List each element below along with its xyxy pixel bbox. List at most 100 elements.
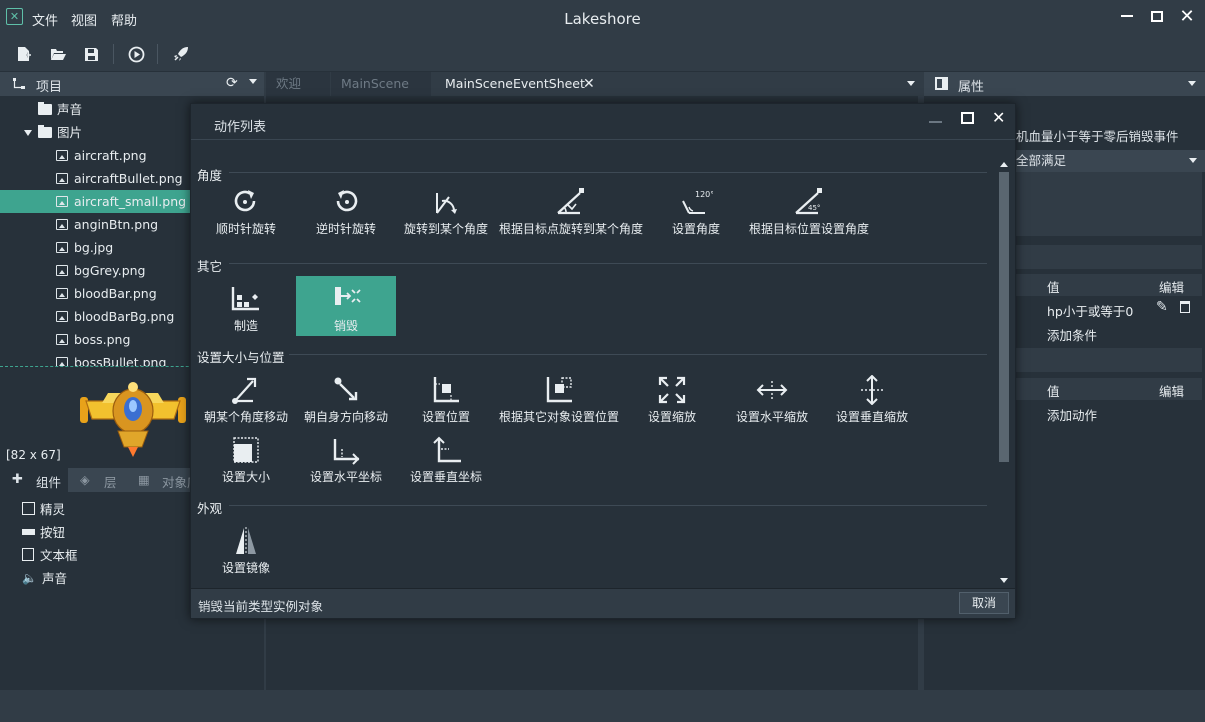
action-label: 设置镜像: [221, 561, 270, 575]
section-title-size-position: 设置大小与位置: [197, 350, 285, 365]
button-icon: [22, 528, 35, 535]
add-action-button[interactable]: 添加动作: [1047, 405, 1097, 424]
action-destroy[interactable]: 销毁: [296, 276, 396, 336]
folder-icon: [38, 102, 52, 115]
event-description-box[interactable]: [1016, 172, 1202, 236]
dialog-minimize-icon[interactable]: [929, 121, 942, 123]
tab-label: 对象库: [162, 475, 192, 490]
event-name-field[interactable]: 机血量小于等于零后销毁事件: [1016, 125, 1205, 149]
dialog-maximize-icon[interactable]: [961, 112, 974, 124]
action-rotate-to-angle[interactable]: 旋转到某个角度: [396, 179, 496, 239]
save-button[interactable]: [78, 42, 104, 66]
scroll-thumb[interactable]: [999, 172, 1009, 462]
tab-layers[interactable]: ◈ 层: [68, 468, 128, 492]
tab-welcome[interactable]: 欢迎: [266, 72, 330, 96]
action-set-vertical-scale[interactable]: 设置垂直缩放: [822, 367, 922, 427]
save-icon: [84, 47, 98, 61]
action-set-horizontal-scale[interactable]: 设置水平缩放: [722, 367, 822, 427]
action-set-size[interactable]: 设置大小: [196, 427, 296, 487]
action-set-position-by-object[interactable]: 根据其它对象设置位置: [496, 367, 622, 427]
close-button[interactable]: ✕: [1174, 4, 1200, 28]
action-rotate-clockwise[interactable]: 顺时针旋转: [196, 179, 296, 239]
tab-mainscene-eventsheet[interactable]: MainSceneEventSheet ✕: [434, 72, 604, 96]
action-set-x[interactable]: 设置水平坐标: [296, 427, 396, 487]
expand-arrow-icon: [24, 129, 32, 136]
action-label: 设置位置: [421, 410, 470, 424]
scale-icon: [658, 376, 686, 404]
publish-button[interactable]: [168, 42, 194, 66]
preview-size-label: [82 x 67]: [6, 448, 61, 462]
scale-y-icon: [861, 375, 883, 405]
image-file-icon: [56, 242, 68, 253]
component-sound[interactable]: 🔈 声音: [22, 568, 67, 587]
new-project-button[interactable]: [11, 42, 37, 66]
chevron-down-icon[interactable]: [1188, 81, 1196, 86]
textbox-icon: [22, 548, 34, 561]
action-set-scale[interactable]: 设置缩放: [622, 367, 722, 427]
delete-trash-icon[interactable]: [1180, 301, 1190, 313]
scroll-up-icon[interactable]: [1000, 162, 1008, 167]
action-move-forward[interactable]: 朝自身方向移动: [296, 367, 396, 427]
action-label: 设置垂直坐标: [409, 470, 482, 484]
action-set-angle-by-target[interactable]: 45° 根据目标位置设置角度: [746, 179, 872, 239]
action-set-y[interactable]: 设置垂直坐标: [396, 427, 496, 487]
destroy-icon: [335, 287, 361, 305]
rotate-to-angle-icon: [436, 193, 457, 214]
dialog-scrollbar[interactable]: [997, 158, 1011, 590]
condition-row[interactable]: hp小于或等于0 ✎: [1016, 297, 1202, 321]
project-panel-header: 项目 ⟳: [0, 72, 264, 96]
run-button[interactable]: [123, 42, 149, 66]
status-bar: [0, 690, 1205, 722]
tree-item-label: bloodBar.png: [74, 286, 157, 301]
component-label: 按钮: [40, 525, 66, 540]
tree-item-label: bgGrey.png: [74, 263, 146, 278]
cancel-button[interactable]: 取消: [959, 592, 1009, 614]
properties-header: 属性: [924, 72, 1205, 96]
folder-open-icon: [38, 125, 52, 138]
project-tree-icon: [12, 77, 26, 94]
position-object-icon: [546, 377, 572, 403]
action-create[interactable]: 制造: [196, 276, 296, 336]
component-button[interactable]: 按钮: [22, 522, 65, 541]
image-file-icon: [56, 219, 68, 230]
layers-icon: ◈: [80, 472, 90, 487]
action-rotate-counterclockwise[interactable]: 逆时针旋转: [296, 179, 396, 239]
action-label: 根据目标点旋转到某个角度: [499, 222, 644, 236]
image-file-icon: [56, 357, 68, 366]
folder-open-icon: [51, 49, 66, 60]
factory-icon: [231, 287, 259, 311]
component-textbox[interactable]: 文本框: [22, 545, 78, 564]
maximize-button[interactable]: [1144, 4, 1170, 28]
action-set-position[interactable]: 设置位置: [396, 367, 496, 427]
edit-pencil-icon[interactable]: ✎: [1156, 299, 1168, 315]
action-move-at-angle[interactable]: 朝某个角度移动: [196, 367, 296, 427]
add-condition-button[interactable]: 添加条件: [1047, 325, 1097, 344]
action-set-angle[interactable]: 120° 设置角度: [646, 179, 746, 239]
scroll-down-icon[interactable]: [1000, 578, 1008, 583]
tabs-dropdown-icon[interactable]: [907, 81, 915, 86]
dialog-close-icon[interactable]: ✕: [992, 108, 1005, 127]
tab-components[interactable]: ✚ 组件: [0, 468, 68, 492]
action-set-mirror[interactable]: 设置镜像: [196, 518, 296, 578]
component-label: 精灵: [40, 502, 66, 517]
scale-x-icon: [756, 381, 788, 399]
action-label: 设置水平缩放: [735, 410, 808, 424]
set-size-icon: [233, 437, 259, 463]
close-tab-icon[interactable]: ✕: [583, 72, 595, 96]
chevron-down-icon[interactable]: [249, 79, 257, 84]
properties-icon: [935, 77, 948, 90]
tab-object-library[interactable]: ▦ 对象库: [128, 468, 192, 492]
open-project-button[interactable]: [45, 42, 71, 66]
tab-mainscene[interactable]: MainScene: [331, 72, 431, 96]
action-rotate-to-target-point[interactable]: 根据目标点旋转到某个角度: [499, 179, 643, 239]
refresh-icon[interactable]: ⟳: [226, 75, 238, 91]
set-angle-target-icon: 45°: [795, 188, 822, 215]
actions-table-header: 值 编辑: [1016, 378, 1202, 400]
minimize-button[interactable]: [1114, 4, 1140, 28]
condition-mode-value: 全部满足: [1016, 153, 1067, 168]
condition-mode-select[interactable]: 全部满足: [1016, 150, 1205, 172]
component-sprite[interactable]: 精灵: [22, 499, 65, 518]
speaker-icon: 🔈: [22, 570, 37, 585]
action-label: 设置水平坐标: [309, 470, 382, 484]
column-header-value: 值: [1047, 280, 1060, 295]
